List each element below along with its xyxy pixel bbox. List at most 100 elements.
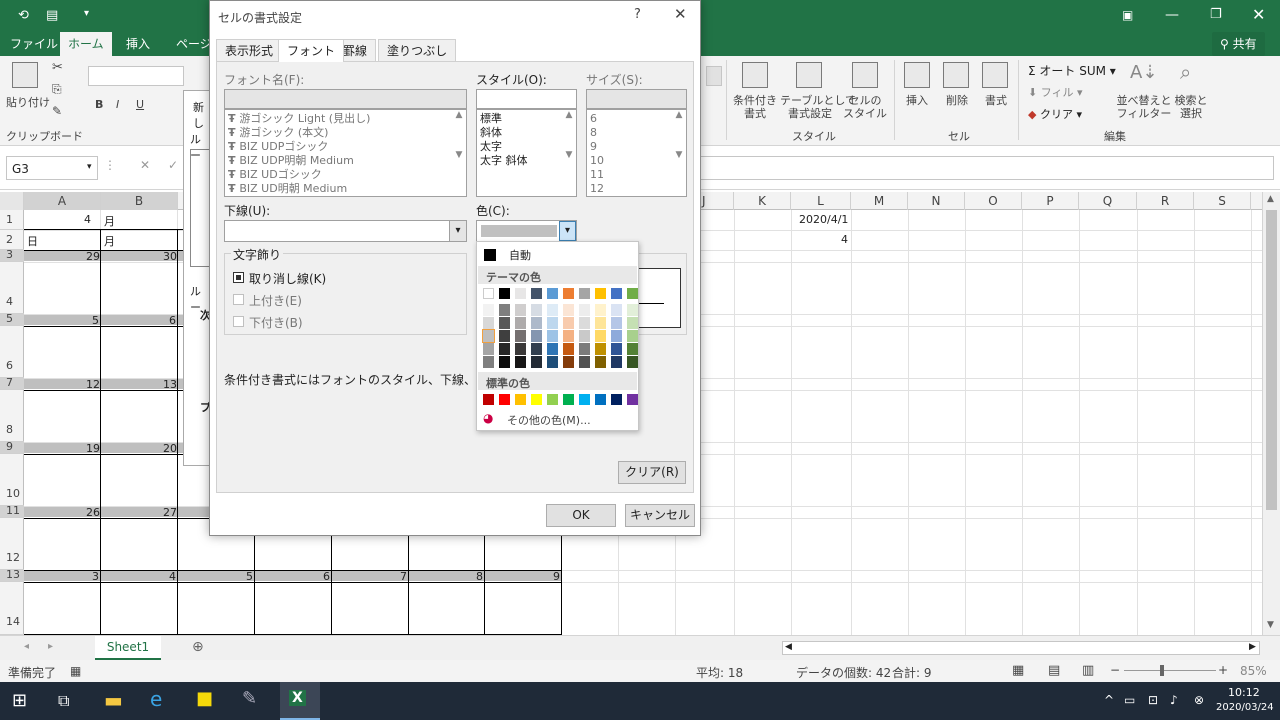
column-header[interactable]: P [1022, 192, 1079, 210]
list-scrollbar[interactable]: ▲ ▼ [672, 110, 686, 196]
italic-icon[interactable]: I [116, 98, 119, 111]
row-header[interactable]: 10 [0, 454, 24, 506]
list-item[interactable]: Ŧ BIZ UD明朝 Medium [228, 182, 347, 196]
zoom-level[interactable]: 85% [1240, 664, 1267, 678]
shade-color-swatch[interactable] [547, 356, 558, 368]
paste-icon[interactable] [12, 62, 38, 88]
list-item[interactable]: Ŧ BIZ UDゴシック [228, 168, 322, 182]
volume-icon[interactable]: ♪ [1170, 693, 1178, 707]
enter-icon[interactable]: ✓ [168, 158, 178, 172]
cell-date[interactable]: 13 [163, 378, 177, 391]
close-icon[interactable]: ✕ [1252, 5, 1265, 24]
format-as-table-icon[interactable] [796, 62, 822, 88]
size-list[interactable]: 6 8 9 10 11 12 ▲ ▼ [586, 109, 687, 197]
scroll-right-icon[interactable]: ▶ [1249, 642, 1256, 652]
tab-number[interactable]: 表示形式 [216, 39, 283, 61]
fill-button[interactable]: ⬇ フィル ▾ [1028, 84, 1083, 100]
cell-date[interactable]: 5 [246, 570, 253, 583]
shade-color-swatch[interactable] [595, 343, 606, 355]
font-name-list[interactable]: Ŧ 游ゴシック Light (見出し) Ŧ 游ゴシック (本文) Ŧ BIZ U… [224, 109, 467, 197]
shade-color-swatch[interactable] [531, 330, 542, 342]
find-icon[interactable]: ⌕ [1180, 60, 1191, 84]
select-all-corner[interactable] [0, 192, 24, 210]
shade-color-swatch[interactable] [563, 343, 574, 355]
shade-color-swatch[interactable] [515, 356, 526, 368]
style-list[interactable]: 標準 斜体 太字 太字 斜体 ▲ ▼ [476, 109, 577, 197]
column-header[interactable]: M [851, 192, 908, 210]
delete-cells-icon[interactable] [943, 62, 969, 88]
row-header[interactable]: 1 [0, 210, 24, 230]
page-break-icon[interactable]: ▥ [1082, 663, 1094, 678]
shade-color-swatch[interactable] [627, 304, 638, 316]
format-as-table-button[interactable]: テーブルとして 書式設定 [780, 94, 856, 120]
tab-insert[interactable]: 挿入 [118, 32, 158, 56]
sheet-tab-sheet1[interactable]: Sheet1 [95, 636, 161, 660]
shade-color-swatch[interactable] [515, 343, 526, 355]
strikethrough-checkbox[interactable] [233, 272, 244, 283]
shade-color-swatch[interactable] [595, 317, 606, 329]
bold-icon[interactable]: B [95, 98, 103, 111]
cell-date[interactable]: 5 [92, 314, 99, 327]
shade-color-swatch[interactable] [579, 304, 590, 316]
list-item[interactable]: 太字 斜体 [480, 154, 528, 168]
formula-input[interactable] [700, 156, 1274, 180]
shade-color-swatch[interactable] [627, 343, 638, 355]
shade-color-swatch[interactable] [547, 343, 558, 355]
quick-save-icon[interactable]: ⟲ [18, 8, 29, 23]
file-explorer-icon[interactable]: ▬ [104, 688, 123, 712]
standard-color-swatch[interactable] [611, 394, 622, 405]
theme-color-swatch[interactable] [627, 288, 638, 299]
list-item[interactable]: 11 [590, 168, 604, 182]
cell-date[interactable]: 20 [163, 442, 177, 455]
macro-record-icon[interactable]: ▦ [70, 664, 81, 678]
customize-qat-icon[interactable]: ▾ [84, 8, 89, 19]
cell-l1[interactable]: 2020/4/1 [799, 213, 848, 226]
shade-color-swatch[interactable] [627, 317, 638, 329]
shade-color-swatch[interactable] [611, 330, 622, 342]
row-header[interactable]: 8 [0, 390, 24, 442]
autosum-button[interactable]: Σ オート SUM ▾ [1028, 62, 1116, 79]
cell-a1[interactable]: 4 [84, 213, 91, 226]
shade-color-swatch[interactable] [611, 304, 622, 316]
zoom-slider[interactable] [1124, 670, 1216, 671]
row-header[interactable]: 5 [0, 313, 24, 326]
theme-color-swatch[interactable] [611, 288, 622, 299]
clear-button[interactable]: クリア(R) [618, 461, 686, 484]
shade-color-swatch[interactable] [627, 356, 638, 368]
shade-color-swatch[interactable] [595, 304, 606, 316]
chevron-down-icon[interactable]: ▾ [449, 221, 466, 241]
paste-label[interactable]: 貼り付け [6, 94, 50, 110]
cell-date[interactable]: 6 [169, 314, 176, 327]
windows-start-icon[interactable]: ⊞ [12, 690, 27, 711]
color-select[interactable]: ▾ [476, 220, 577, 242]
cancel-icon[interactable]: ✕ [140, 158, 150, 172]
shade-color-swatch[interactable] [483, 304, 494, 316]
shade-color-swatch[interactable] [563, 304, 574, 316]
shade-color-swatch[interactable] [611, 317, 622, 329]
cell-a2[interactable]: 日 [27, 233, 38, 249]
sticky-notes-icon[interactable]: ■ [196, 688, 213, 709]
cell-l2[interactable]: 4 [841, 233, 848, 246]
chevron-down-icon[interactable]: ▾ [559, 221, 576, 241]
shade-color-swatch[interactable] [483, 317, 494, 329]
sort-filter-button[interactable]: 並べ替えと フィルター [1116, 94, 1172, 120]
tab-file[interactable]: ファイル [2, 32, 66, 56]
standard-color-swatch[interactable] [563, 394, 574, 405]
cell-b2[interactable]: 月 [104, 233, 115, 249]
clock-time[interactable]: 10:12 [1228, 686, 1260, 699]
shade-color-swatch[interactable] [531, 343, 542, 355]
notification-icon[interactable]: ⊗ [1194, 693, 1204, 707]
cell-date[interactable]: 8 [476, 570, 483, 583]
next-sheet-icon[interactable]: ▸ [48, 641, 53, 652]
list-item[interactable]: 9 [590, 140, 597, 154]
style-input[interactable] [476, 89, 577, 109]
row-header[interactable]: 12 [0, 518, 24, 570]
row-header[interactable]: 9 [0, 441, 24, 454]
prev-sheet-icon[interactable]: ◂ [24, 641, 29, 652]
list-item[interactable]: 標準 [480, 112, 502, 126]
row-header[interactable]: 7 [0, 377, 24, 390]
row-header[interactable]: 4 [0, 262, 24, 314]
list-scrollbar[interactable]: ▲ ▼ [562, 110, 576, 196]
column-header[interactable]: N [908, 192, 965, 210]
column-header[interactable]: S [1194, 192, 1251, 210]
